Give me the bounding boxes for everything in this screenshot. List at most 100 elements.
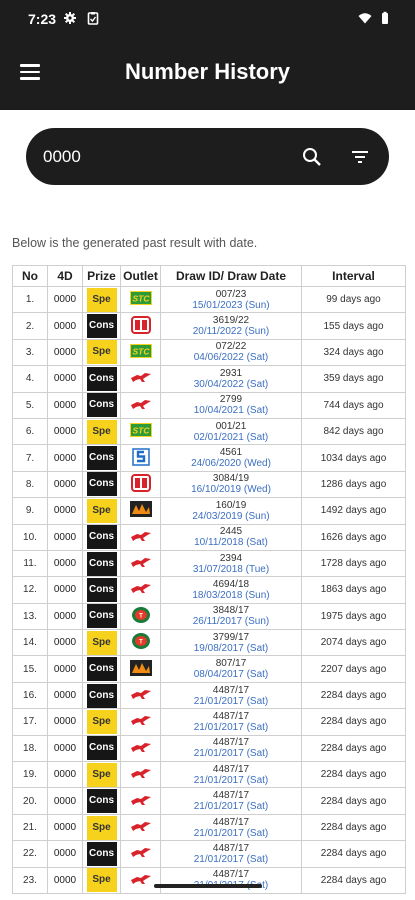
- table-row[interactable]: 7. 0000 Cons 4561 24/06/2020 (Wed) 1034 days …: [12, 444, 406, 472]
- draw-date[interactable]: 08/04/2017 (Sat): [161, 669, 301, 680]
- draw-date[interactable]: 21/01/2017 (Sat): [161, 722, 301, 733]
- prize-badge: Cons: [86, 683, 117, 708]
- draw-date[interactable]: 20/11/2022 (Sun): [161, 326, 301, 337]
- battery-icon: [382, 11, 388, 24]
- row-no: 18.: [12, 734, 48, 763]
- table-row[interactable]: 17. 0000 Spe 4487/17 21/01/2017 (Sat) 2284 da…: [12, 708, 406, 736]
- draw-date[interactable]: 16/10/2019 (Wed): [161, 484, 301, 495]
- row-draw-cell: 3848/17 26/11/2017 (Sun): [160, 602, 302, 631]
- row-draw-cell: 4487/1721/01/2017 (Sat): [160, 840, 302, 868]
- header-interval: Interval: [301, 265, 406, 287]
- table-row[interactable]: 1. 0000 Spe STC 007/23 15/01/2023 (Sun) 99 day…: [12, 285, 406, 314]
- table-row[interactable]: 14. 0000 Spe T 3799/17 19/08/2017 (Sat) 2074 d…: [12, 629, 406, 657]
- table-row[interactable]: 6. 0000 Spe STC 001/21 02/01/2021 (Sat) 842 da…: [12, 417, 406, 446]
- draw-id: 4487/17: [212, 763, 250, 775]
- draw-date[interactable]: 24/06/2020 (Wed): [161, 458, 301, 469]
- magnum-logo-icon: [130, 741, 152, 756]
- row-draw-cell: 072/22 04/06/2022 (Sat): [160, 338, 302, 367]
- row-4d-number: 0000: [47, 417, 83, 446]
- draw-date[interactable]: 24/03/2019 (Sun): [161, 511, 301, 522]
- draw-date[interactable]: 10/04/2021 (Sat): [161, 405, 301, 416]
- draw-id: 2445: [219, 526, 243, 538]
- draw-date[interactable]: 21/01/2017 (Sat): [161, 748, 301, 759]
- filter-icon[interactable]: [349, 146, 371, 168]
- draw-date[interactable]: 30/04/2022 (Sat): [161, 379, 301, 390]
- table-row[interactable]: 21. 0000 Spe 4487/17 21/01/2017 (Sat) 2284 da…: [12, 813, 406, 842]
- row-no: 5.: [12, 391, 48, 419]
- draw-id: 3799/17: [212, 631, 250, 643]
- prize-badge: Spe: [86, 287, 117, 312]
- draw-date[interactable]: 15/01/2023 (Sun): [161, 300, 301, 311]
- row-interval: 359 days ago: [301, 365, 406, 393]
- row-draw-cell: 4487/1721/01/2017 (Sat): [160, 734, 302, 763]
- row-no: 7.: [12, 444, 48, 472]
- draw-date[interactable]: 02/01/2021 (Sat): [161, 432, 301, 443]
- draw-date[interactable]: 10/11/2018 (Sat): [161, 537, 301, 548]
- table-row[interactable]: 4. 0000 Cons 2931 30/04/2022 (Sat) 359 days a…: [12, 365, 406, 393]
- row-draw-cell: 3084/19 16/10/2019 (Wed): [160, 470, 302, 499]
- row-interval: 2074 days ago: [301, 629, 406, 657]
- draw-id: 4694/18: [212, 578, 250, 590]
- row-outlet-cell: [120, 708, 161, 736]
- row-interval: 1492 days ago: [301, 497, 406, 525]
- table-row[interactable]: 3. 0000 Spe STC 072/22 04/06/2022 (Sat) 324 da…: [12, 338, 406, 367]
- row-4d-number: 0000: [47, 602, 83, 631]
- row-outlet-cell: [120, 523, 161, 551]
- table-row[interactable]: 2. 0000 Cons 3619/22 20/11/2022 (Sun) 155 day…: [12, 312, 406, 340]
- table-row[interactable]: 10. 0000 Cons 2445 10/11/2018 (Sat) 1626 days…: [12, 523, 406, 551]
- magnum-logo-icon: [130, 820, 152, 835]
- table-row[interactable]: 23.0000Spe 4487/1721/01/2017 (Sat)2284 da…: [12, 866, 406, 894]
- table-row[interactable]: 13. 0000 Cons T 3848/17 26/11/2017 (Sun) 1975 …: [12, 602, 406, 631]
- row-prize-cell: Cons: [82, 312, 121, 340]
- draw-date[interactable]: 21/01/2017 (Sat): [161, 696, 301, 707]
- table-row[interactable]: 22. 0000 Cons 4487/17 21/01/2017 (Sat) 2284 d…: [12, 840, 406, 868]
- draw-date[interactable]: 21/01/2017 (Sat): [161, 775, 301, 786]
- table-row[interactable]: 12. 0000 Cons 4694/18 18/03/2018 (Sun) 1863 d…: [12, 576, 406, 604]
- row-no: 16.: [12, 681, 48, 710]
- svg-text:T: T: [139, 613, 143, 619]
- row-interval: 1034 days ago: [301, 444, 406, 472]
- row-draw-cell: 160/19 24/03/2019 (Sun): [160, 497, 302, 525]
- row-interval: 2284 days ago: [301, 761, 406, 789]
- search-input[interactable]: 0000: [43, 147, 81, 167]
- stc-logo-icon: STC: [129, 291, 152, 308]
- draw-id: 2394: [219, 552, 243, 564]
- row-outlet-cell: [120, 365, 161, 393]
- prize-badge: Cons: [86, 577, 117, 602]
- table-row[interactable]: 20. 0000 Cons 4487/17 21/01/2017 (Sat) 2284 d…: [12, 787, 406, 815]
- draw-date[interactable]: 04/06/2022 (Sat): [161, 352, 301, 363]
- draw-date[interactable]: 31/07/2018 (Tue): [161, 564, 301, 575]
- table-row[interactable]: 11. 0000 Cons 2394 31/07/2018 (Tue) 1728 days…: [12, 549, 406, 578]
- draw-date[interactable]: 21/01/2017 (Sat): [161, 828, 301, 839]
- draw-date[interactable]: 21/01/2017 (Sat): [161, 854, 301, 865]
- table-row[interactable]: 15. 0000 Cons 807/17 08/04/2017 (Sat) 2207 da…: [12, 655, 406, 683]
- draw-date[interactable]: 26/11/2017 (Sun): [161, 616, 301, 627]
- row-draw-cell: 4487/1721/01/2017 (Sat): [160, 787, 302, 815]
- table-row[interactable]: 19. 0000 Spe 4487/17 21/01/2017 (Sat) 2284 da…: [12, 761, 406, 789]
- table-row[interactable]: 5. 0000 Cons 2799 10/04/2021 (Sat) 744 days a…: [12, 391, 406, 419]
- row-prize-cell: Spe: [82, 708, 121, 736]
- search-bar[interactable]: 0000: [26, 128, 389, 185]
- svg-text:T: T: [139, 640, 143, 646]
- draw-date[interactable]: 21/01/2017 (Sat): [161, 801, 301, 812]
- table-row[interactable]: 9. 0000 Spe 160/19 24/03/2019 (Sun) 1492 days…: [12, 497, 406, 525]
- row-prize-cell: Spe: [82, 417, 121, 446]
- draw-date[interactable]: 18/03/2018 (Sun): [161, 590, 301, 601]
- draw-id: 160/19: [215, 499, 247, 511]
- prize-badge: Spe: [86, 868, 117, 893]
- table-row[interactable]: 8. 0000 Cons 3084/19 16/10/2019 (Wed) 1286 da…: [12, 470, 406, 499]
- result-description: Below is the generated past result with …: [12, 236, 258, 250]
- svg-text:STC: STC: [132, 346, 150, 356]
- home-indicator: [154, 884, 262, 888]
- stc-logo-icon: STC: [129, 423, 152, 440]
- draw-date[interactable]: 19/08/2017 (Sat): [161, 643, 301, 654]
- row-4d-number: 0000: [47, 840, 83, 868]
- prize-badge: Spe: [86, 340, 117, 365]
- table-row[interactable]: 16. 0000 Cons 4487/17 21/01/2017 (Sat) 2284 d…: [12, 681, 406, 710]
- row-draw-cell: 007/23 15/01/2023 (Sun): [160, 285, 302, 314]
- draw-id: 807/17: [215, 658, 247, 670]
- search-icon[interactable]: [301, 146, 323, 168]
- row-no: 19.: [12, 761, 48, 789]
- table-row[interactable]: 18. 0000 Cons 4487/17 21/01/2017 (Sat) 2284 d…: [12, 734, 406, 763]
- row-interval: 155 days ago: [301, 312, 406, 340]
